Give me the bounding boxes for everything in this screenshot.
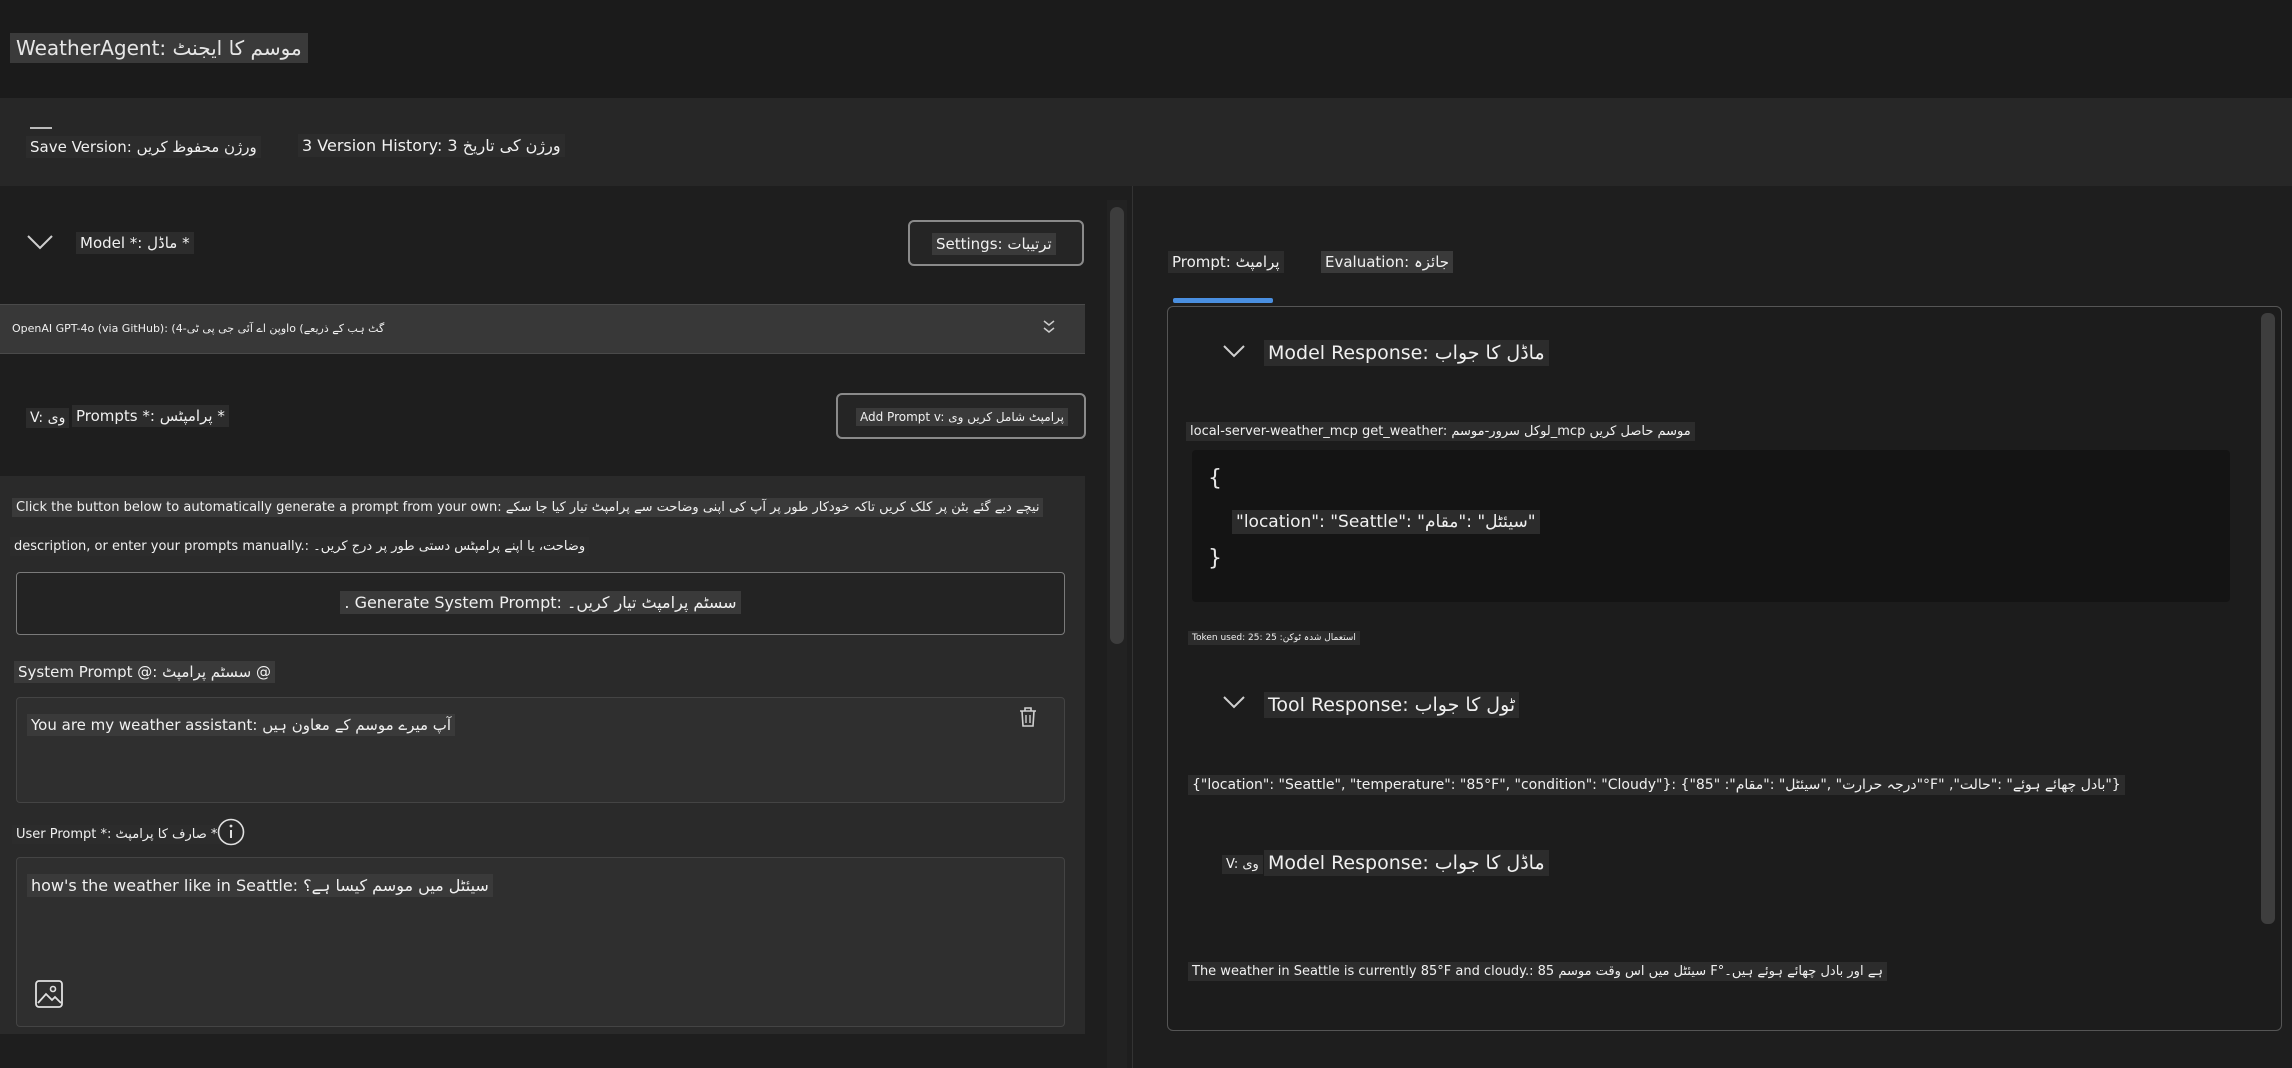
system-prompt-value: You are my weather assistant: آپ میرے مو… bbox=[27, 714, 456, 736]
chevron-down-icon bbox=[1042, 318, 1056, 337]
tab-evaluation[interactable]: Evaluation: جائزہ bbox=[1321, 251, 1454, 273]
tool-response-body: {"location": "Seattle", "temperature": "… bbox=[1188, 775, 2125, 795]
trash-icon[interactable] bbox=[1018, 706, 1038, 732]
generate-system-prompt-button[interactable]: . Generate System Prompt: سسٹم پرامپٹ تی… bbox=[16, 572, 1065, 635]
system-prompt-label: System Prompt @: سسٹم پرامپٹ @ bbox=[14, 661, 276, 683]
settings-label: Settings: ترتیبات bbox=[932, 233, 1056, 255]
help-text-line-1: Click the button below to automatically … bbox=[12, 498, 1044, 517]
version-badge[interactable]: V: وی bbox=[26, 408, 70, 428]
info-icon[interactable] bbox=[216, 817, 246, 851]
results-panel bbox=[1167, 306, 2282, 1031]
model-response-heading: Model Response: ماڈل کا جواب bbox=[1264, 340, 1549, 366]
code-brace-open: { bbox=[1208, 466, 1222, 491]
tab-active-indicator bbox=[1173, 298, 1273, 303]
tool-call-label: local-server-weather_mcp get_weather: لو… bbox=[1186, 422, 1695, 441]
help-text-line-2: description, or enter your prompts manua… bbox=[10, 537, 590, 556]
user-prompt-value: how's the weather like in Seattle: سیئٹل… bbox=[27, 874, 493, 897]
model-select-value: OpenAI GPT-4o (via GitHub): (اوپن اے آئی… bbox=[12, 322, 385, 335]
model-label: Model *: ماڈل * bbox=[76, 232, 194, 254]
save-version-button[interactable]: Save Version: ورژن محفوظ کریں bbox=[26, 136, 261, 158]
user-prompt-label: User Prompt *: صارف کا پرامپٹ * bbox=[12, 825, 222, 844]
add-prompt-label: Add Prompt v: پرامپٹ شامل کریں وی bbox=[856, 408, 1069, 426]
panel-divider[interactable] bbox=[1132, 186, 1133, 1068]
model-select[interactable]: OpenAI GPT-4o (via GitHub): (اوپن اے آئی… bbox=[0, 304, 1085, 354]
chevron-down-icon[interactable] bbox=[1222, 694, 1246, 714]
user-prompt-field[interactable]: how's the weather like in Seattle: سیئٹل… bbox=[16, 857, 1065, 1027]
tokens-used: Token used: 25: استعمال شدہ ٹوکن: 25 bbox=[1188, 631, 1360, 645]
generate-system-prompt-label: . Generate System Prompt: سسٹم پرامپٹ تی… bbox=[340, 591, 741, 614]
tool-response-heading: Tool Response: ٹول کا جواب bbox=[1264, 692, 1520, 718]
code-arguments-value: "location": "Seattle": "سیئٹل" :"مقام" bbox=[1232, 510, 1540, 534]
app-title: WeatherAgent: موسم کا ایجنٹ bbox=[10, 33, 308, 63]
response-version-badge[interactable]: V: وی bbox=[1222, 855, 1263, 874]
chevron-down-icon[interactable] bbox=[26, 233, 54, 255]
results-scrollbar-thumb[interactable] bbox=[2261, 313, 2275, 924]
left-scrollbar-thumb[interactable] bbox=[1110, 207, 1124, 644]
system-prompt-field[interactable]: You are my weather assistant: آپ میرے مو… bbox=[16, 697, 1065, 803]
tab-prompt[interactable]: Prompt: پرامپٹ bbox=[1168, 251, 1284, 273]
tool-call-arguments: { "location": "Seattle": "سیئٹل" :"مقام"… bbox=[1192, 450, 2230, 602]
code-brace-close: } bbox=[1208, 546, 1222, 571]
add-prompt-button[interactable]: Add Prompt v: پرامپٹ شامل کریں وی bbox=[836, 393, 1086, 439]
version-history-button[interactable]: 3 Version History: 3 ورژن کی تاریخ bbox=[298, 134, 565, 157]
final-answer: The weather in Seattle is currently 85°F… bbox=[1188, 962, 1887, 981]
image-icon[interactable] bbox=[34, 979, 64, 1013]
model-response-heading-2: Model Response: ماڈل کا جواب bbox=[1264, 850, 1549, 876]
prompts-label: Prompts *: پرامپٹس * bbox=[72, 405, 229, 427]
chevron-down-icon[interactable] bbox=[1222, 343, 1246, 363]
save-version-icon bbox=[30, 127, 52, 129]
title-bar bbox=[0, 0, 2292, 98]
settings-button[interactable]: Settings: ترتیبات bbox=[908, 220, 1084, 266]
